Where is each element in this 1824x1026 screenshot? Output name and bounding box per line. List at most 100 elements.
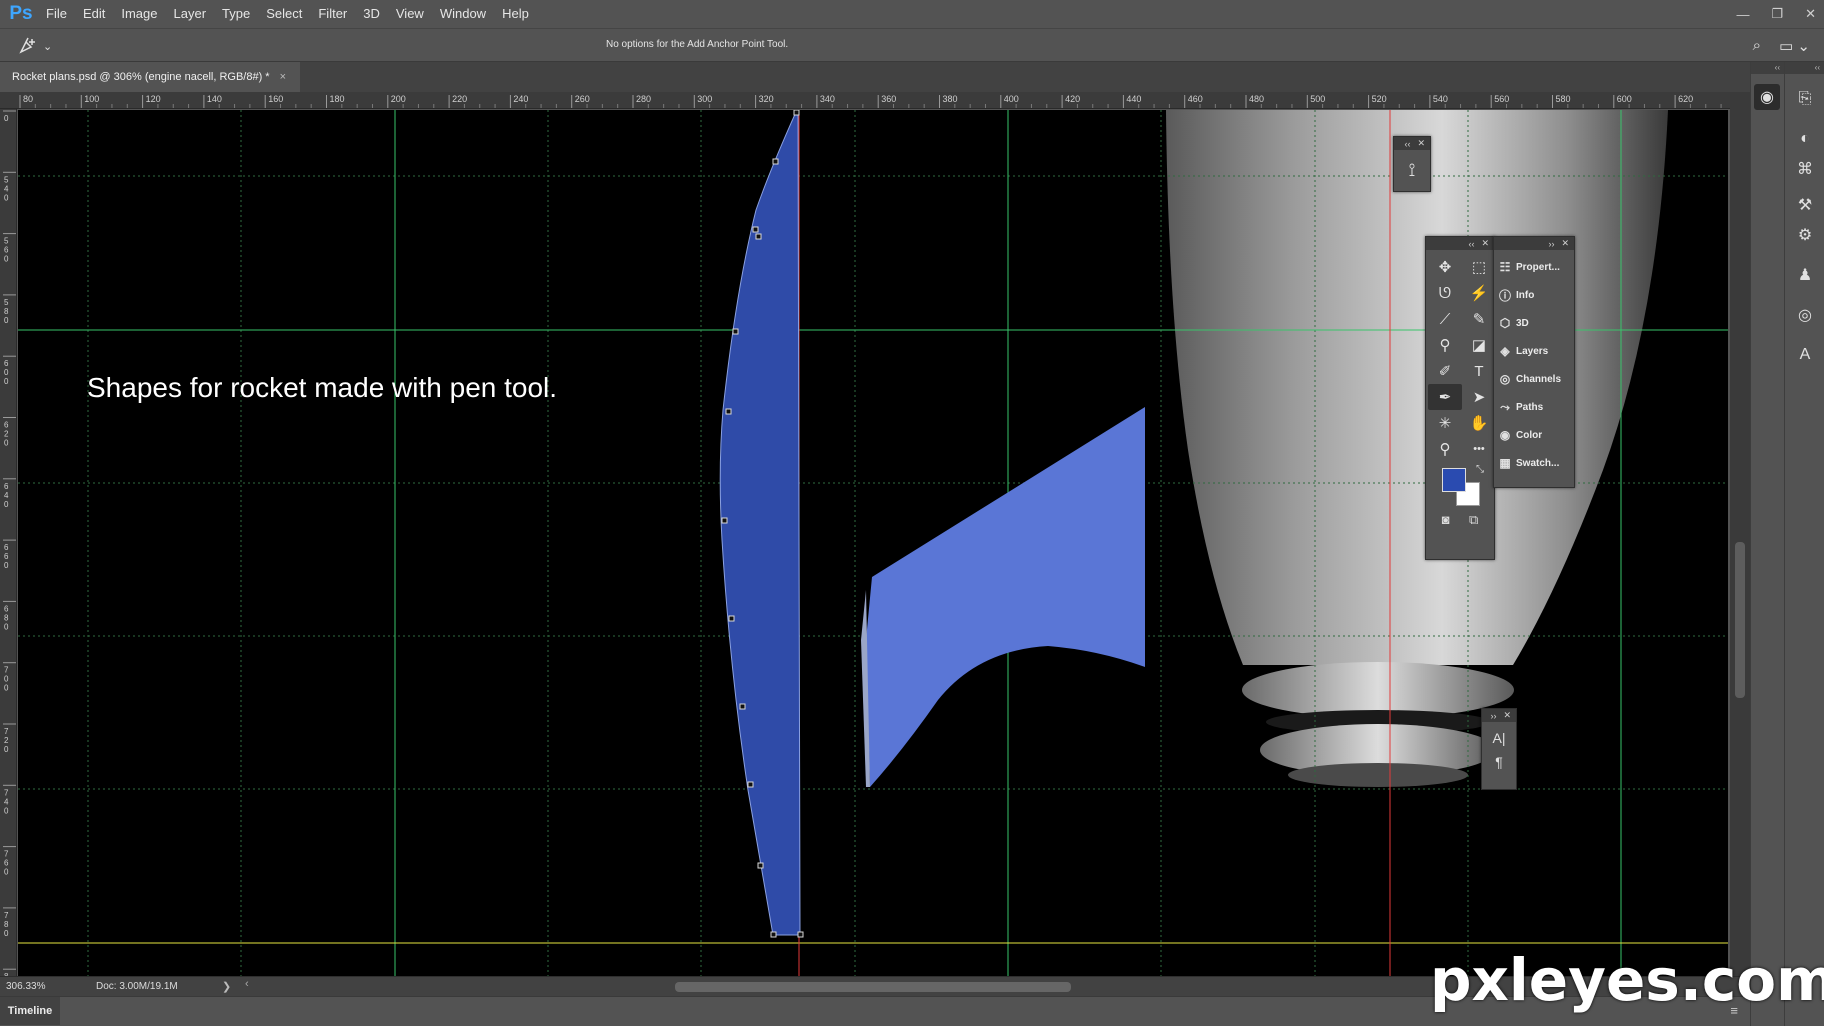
actions-icon[interactable]: ⌘ [1792, 156, 1818, 182]
ruler-top-label: 380 [943, 94, 958, 104]
dock-b-header[interactable]: ‹‹ [1785, 62, 1824, 74]
menu-edit[interactable]: Edit [75, 0, 113, 28]
quick-mask-icon[interactable]: ◙ [1442, 512, 1450, 528]
panel-color[interactable]: ◉ Color [1494, 421, 1574, 449]
collapse-icon[interactable]: ‹‹ [1468, 239, 1474, 249]
creative-cloud-icon[interactable]: ◎ [1792, 302, 1818, 328]
zoom-tool-icon[interactable]: ⚲ [1428, 436, 1462, 462]
ruler-top-label: 480 [1249, 94, 1264, 104]
menu-3d[interactable]: 3D [355, 0, 388, 28]
type-tool-icon[interactable]: T [1462, 358, 1496, 384]
nacelle-ring-top[interactable] [1242, 662, 1514, 718]
close-icon[interactable]: ✕ [1561, 238, 1569, 249]
close-icon[interactable]: ✕ [1503, 710, 1511, 721]
panel-paths[interactable]: ⤳ Paths [1494, 393, 1574, 421]
screen-mode-icon[interactable]: ⧉ [1469, 512, 1478, 528]
adjustments-icon[interactable]: ◐ [1792, 126, 1818, 152]
tool-presets-icon[interactable]: ⚙ [1792, 222, 1818, 248]
menu-select[interactable]: Select [258, 0, 310, 28]
panel-layers[interactable]: ◈ Layers [1494, 337, 1574, 365]
gradient-tool-icon[interactable]: ✐ [1428, 358, 1462, 384]
horizontal-scrollbar-thumb[interactable] [675, 982, 1071, 992]
scroll-left-icon[interactable]: ‹ [245, 978, 249, 990]
panel-3d[interactable]: ⬡ 3D [1494, 309, 1574, 337]
expand-icon[interactable]: ›› [1548, 239, 1554, 249]
brush-tool-icon[interactable]: ✎ [1462, 306, 1496, 332]
clone-source-icon[interactable]: ♟ [1792, 262, 1818, 288]
menu-filter[interactable]: Filter [310, 0, 355, 28]
ruler-top-label: 240 [513, 94, 528, 104]
marquee-tool-icon[interactable]: ⬚ [1462, 254, 1496, 280]
menu-image[interactable]: Image [113, 0, 165, 28]
rocket-nozzle-shape[interactable] [866, 407, 1145, 787]
tab-close-icon[interactable]: × [280, 71, 286, 83]
vertical-scrollbar-thumb[interactable] [1735, 542, 1745, 698]
close-icon[interactable]: ✕ [1417, 138, 1425, 149]
minimize-icon[interactable]: — [1736, 7, 1749, 22]
status-menu-arrow-icon[interactable]: ❯ [222, 980, 231, 993]
tool-preset-picker[interactable]: ⌄ [18, 35, 58, 57]
eyedropper-tool-icon[interactable]: ⟋ [1428, 306, 1462, 332]
search-icon[interactable]: ⌕ [1753, 37, 1761, 55]
brush-presets-icon[interactable]: ⚒ [1792, 192, 1818, 218]
properties-icon: ☷ [1499, 260, 1511, 274]
swap-colors-icon[interactable]: ⤡ [1476, 464, 1484, 475]
panel-layers-label: Layers [1516, 345, 1549, 357]
history-brush-icon[interactable]: ⟟ [1394, 150, 1430, 190]
ruler-left-label: 0 [4, 316, 9, 325]
document-tab[interactable]: Rocket plans.psd @ 306% (engine nacell, … [0, 62, 300, 92]
collapse-icon[interactable]: ‹‹ [1404, 139, 1410, 149]
ruler-left-label: 0 [4, 745, 9, 754]
engine-nacelle-shape[interactable] [1166, 110, 1668, 665]
dock-a-header[interactable]: ‹‹ [1751, 62, 1784, 74]
ruler-left-label: 7 [4, 788, 9, 797]
panel-info[interactable]: ⓘ Info [1494, 281, 1574, 309]
more-tools-icon[interactable]: ••• [1462, 436, 1496, 462]
panel-channels[interactable]: ◎ Channels [1494, 365, 1574, 393]
workspace-icon[interactable]: ▭ ⌄ [1779, 37, 1810, 55]
history-icon[interactable]: ⎘ [1792, 86, 1818, 112]
panels-list: ›› ✕ ☷ Propert... ⓘ Info ⬡ 3D ◈ Layers ◎ Chan… [1493, 236, 1575, 488]
menu-file[interactable]: File [38, 0, 75, 28]
panel-paths-label: Paths [1516, 401, 1544, 413]
panel-3d-label: 3D [1516, 317, 1529, 329]
move-tool-icon[interactable]: ✥ [1428, 254, 1462, 280]
ruler-top-label: 200 [391, 94, 406, 104]
ruler-left[interactable]: 0540560580600620640660680700720740760780… [0, 109, 17, 977]
menu-type[interactable]: Type [214, 0, 258, 28]
pen-tool-icon[interactable]: ✒ [1428, 384, 1462, 410]
expand-icon[interactable]: ›› [1490, 711, 1496, 721]
menu-view[interactable]: View [388, 0, 432, 28]
shape-tool-icon[interactable]: ✳ [1428, 410, 1462, 436]
panel-properties[interactable]: ☷ Propert... [1494, 253, 1574, 281]
zoom-level[interactable]: 306.33% [6, 981, 45, 992]
panel-swatches-label: Swatch... [1516, 457, 1560, 469]
panels-list-header: ›› ✕ [1494, 237, 1574, 250]
menu-help[interactable]: Help [494, 0, 537, 28]
ruler-left-label: 8 [4, 307, 9, 316]
ruler-top-ticks: 80 100 120 140 160 180 200 220 240 260 280 300 320 34… [19, 94, 1722, 108]
panel-swatches[interactable]: ▦ Swatch... [1494, 449, 1574, 477]
hand-tool-icon[interactable]: ✋ [1462, 410, 1496, 436]
glyphs-icon[interactable]: A [1792, 342, 1818, 368]
libraries-icon[interactable]: ◉ [1754, 84, 1780, 110]
eraser-tool-icon[interactable]: ◪ [1462, 332, 1496, 358]
vertical-scrollbar[interactable] [1730, 92, 1750, 976]
tab-timeline[interactable]: Timeline [0, 997, 60, 1025]
path-select-tool-icon[interactable]: ➤ [1462, 384, 1496, 410]
lasso-tool-icon[interactable]: ᘎ [1428, 280, 1462, 306]
chevron-down-icon: ⌄ [43, 40, 53, 53]
stamp-tool-icon[interactable]: ⚲ [1428, 332, 1462, 358]
menu-layer[interactable]: Layer [166, 0, 215, 28]
restore-icon[interactable]: ❐ [1771, 6, 1783, 22]
paragraph-icon[interactable]: ¶ [1495, 754, 1503, 770]
menu-window[interactable]: Window [432, 0, 494, 28]
ruler-left-label: 0 [4, 377, 9, 386]
ruler-top[interactable]: 80 100 120 140 160 180 200 220 240 260 280 300 320 34… [0, 92, 1730, 109]
panel-properties-label: Propert... [1516, 261, 1560, 273]
foreground-color-swatch[interactable] [1442, 468, 1466, 492]
character-icon[interactable]: A| [1493, 730, 1506, 746]
close-icon[interactable]: ✕ [1481, 238, 1489, 249]
magic-wand-tool-icon[interactable]: ⚡ [1462, 280, 1496, 306]
close-icon[interactable]: ✕ [1805, 6, 1816, 22]
